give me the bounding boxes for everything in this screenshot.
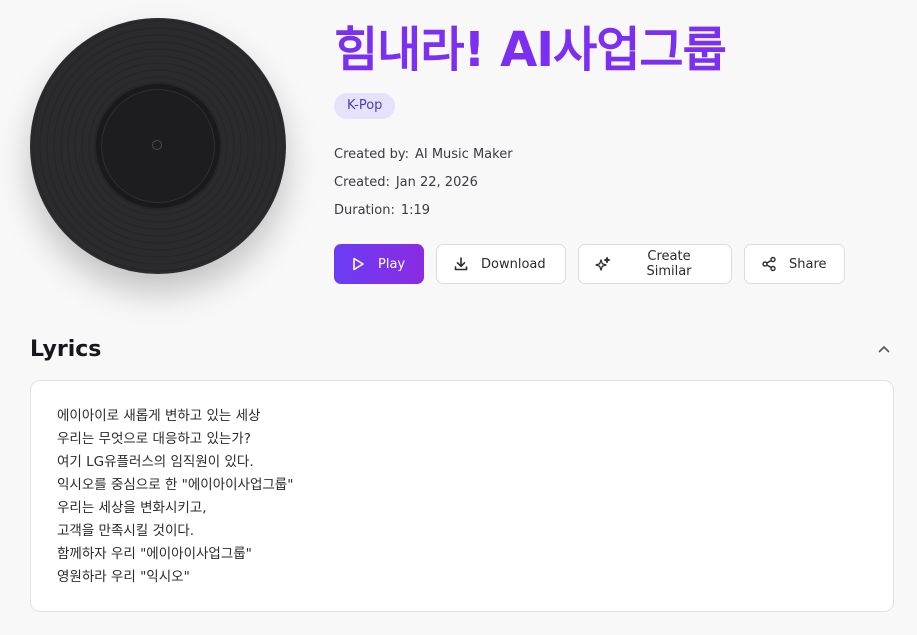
created-by-label: Created by: — [334, 147, 409, 162]
lyric-line: 우리는 세상을 변화시키고, — [57, 500, 207, 516]
play-button[interactable]: Play — [334, 244, 424, 284]
album-vinyl-art — [30, 18, 286, 274]
created-date-row: Created: Jan 22, 2026 — [334, 175, 478, 190]
vinyl-spindle-hole — [152, 140, 162, 150]
duration-value: 1:19 — [400, 203, 431, 218]
share-button[interactable]: Share — [744, 244, 845, 284]
lyric-line: 함께하자 우리 "에이아이사업그룹" — [57, 546, 252, 562]
lyric-line: 여기 LG유플러스의 임직원이 있다. — [57, 454, 254, 470]
song-title: 힘내라! AI사업그룹 — [334, 22, 727, 78]
duration-label: Duration: — [334, 203, 395, 218]
create-similar-button[interactable]: Create Similar — [578, 244, 732, 284]
download-button-label: Download — [481, 256, 546, 272]
download-icon — [454, 257, 468, 271]
chevron-up-icon — [878, 346, 890, 353]
lyric-line: 영원하라 우리 "익시오" — [57, 569, 190, 585]
lyrics-heading: Lyrics — [30, 337, 102, 362]
action-buttons: Play Download Create Similar Share — [334, 244, 845, 284]
lyric-line: 익시오를 중심으로 한 "에이아이사업그룹" — [57, 477, 294, 493]
play-icon — [353, 257, 364, 271]
created-by-row: Created by: AI Music Maker — [334, 147, 513, 162]
lyrics-collapse-toggle[interactable] — [874, 339, 894, 359]
play-button-label: Play — [378, 256, 406, 272]
created-value: Jan 22, 2026 — [395, 175, 478, 190]
lyric-line: 우리는 무엇으로 대응하고 있는가? — [57, 431, 251, 447]
duration-row: Duration: 1:19 — [334, 203, 430, 218]
download-button[interactable]: Download — [436, 244, 566, 284]
lyrics-panel: 에이아이로 새롭게 변하고 있는 세상 우리는 무엇으로 대응하고 있는가? 여… — [30, 380, 894, 612]
sparkles-icon — [595, 256, 611, 271]
genre-tag: K-Pop — [334, 93, 396, 119]
create-similar-button-label: Create Similar — [646, 249, 692, 279]
created-by-value: AI Music Maker — [414, 147, 513, 162]
share-icon — [762, 256, 776, 272]
lyric-line: 에이아이로 새롭게 변하고 있는 세상 — [57, 408, 261, 424]
lyric-line: 고객을 만족시킬 것이다. — [57, 523, 195, 539]
share-button-label: Share — [789, 256, 827, 272]
created-label: Created: — [334, 175, 390, 190]
